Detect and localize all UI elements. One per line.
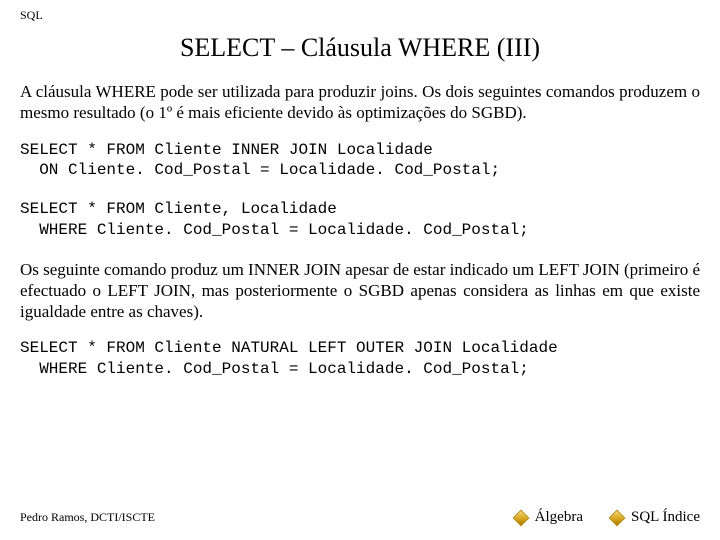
footer-author: Pedro Ramos, DCTI/ISCTE [20, 510, 487, 525]
diamond-icon [512, 509, 529, 526]
code-block-3: SELECT * FROM Cliente NATURAL LEFT OUTER… [20, 338, 700, 380]
section-label: SQL [20, 8, 700, 23]
nav-link-sql-indice[interactable]: SQL Índice [611, 509, 700, 526]
nav-link-algebra[interactable]: Álgebra [515, 509, 583, 526]
code-block-1: SELECT * FROM Cliente INNER JOIN Localid… [20, 140, 700, 182]
nav-link-label: SQL Índice [631, 509, 700, 526]
code-block-2: SELECT * FROM Cliente, Localidade WHERE … [20, 199, 700, 241]
footer: Pedro Ramos, DCTI/ISCTE Álgebra SQL Índi… [20, 509, 700, 526]
nav-link-label: Álgebra [535, 509, 583, 526]
paragraph-1: A cláusula WHERE pode ser utilizada para… [20, 81, 700, 124]
page-title: SELECT – Cláusula WHERE (III) [20, 33, 700, 63]
diamond-icon [608, 509, 625, 526]
paragraph-2: Os seguinte comando produz um INNER JOIN… [20, 259, 700, 323]
